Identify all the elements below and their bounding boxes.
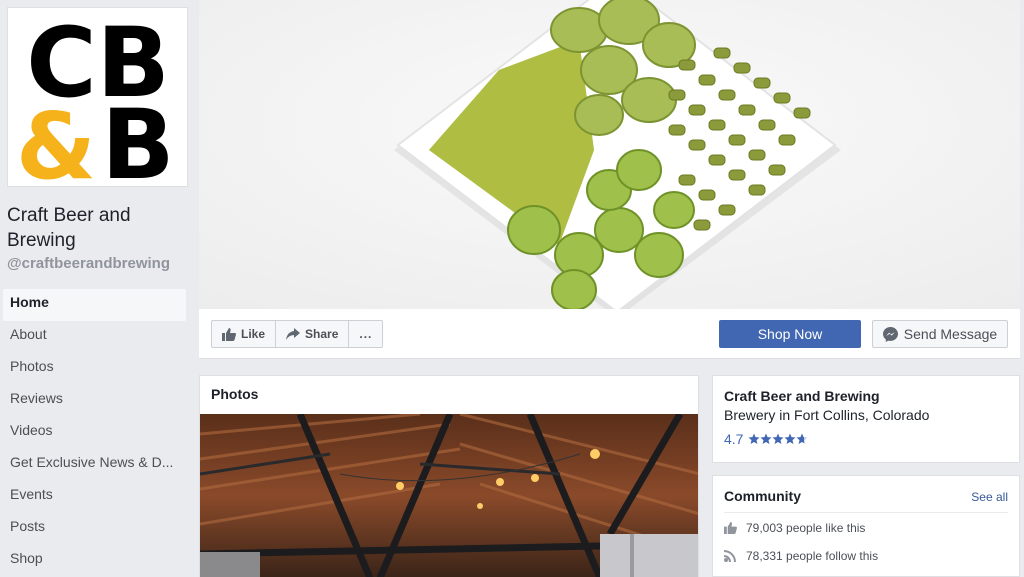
page-action-bar: Like Share ... Shop Now Send Message bbox=[199, 309, 1020, 359]
more-options-button[interactable]: ... bbox=[348, 321, 382, 347]
messenger-icon bbox=[882, 326, 898, 342]
like-button[interactable]: Like bbox=[212, 321, 275, 347]
nav-item-events[interactable]: Events bbox=[3, 481, 186, 513]
community-card: Community See all 79,003 people like thi… bbox=[712, 475, 1020, 577]
info-page-name[interactable]: Craft Beer and Brewing bbox=[724, 388, 880, 404]
follows-count: 78,331 people follow this bbox=[746, 549, 879, 563]
community-title: Community bbox=[724, 488, 801, 504]
info-category: Brewery in Fort Collins, Colorado bbox=[724, 407, 930, 423]
star-icon bbox=[784, 433, 796, 444]
left-sidebar: CB & B Craft Beer and Brewing @craftbeer… bbox=[0, 0, 192, 577]
page-info-card: Craft Beer and Brewing Brewery in Fort C… bbox=[712, 375, 1020, 463]
rating-stars bbox=[748, 433, 808, 445]
share-button[interactable]: Share bbox=[275, 321, 348, 347]
thumbs-up-icon bbox=[724, 522, 737, 534]
shop-now-button[interactable]: Shop Now bbox=[719, 320, 861, 348]
star-icon bbox=[760, 433, 772, 444]
follows-stat: 78,331 people follow this bbox=[724, 549, 878, 563]
more-dots-icon: ... bbox=[359, 327, 373, 341]
share-arrow-icon bbox=[286, 328, 301, 340]
photos-card-title[interactable]: Photos bbox=[211, 386, 258, 402]
star-icon bbox=[772, 433, 784, 444]
photos-card: Photos bbox=[199, 375, 699, 577]
nav-item-reviews[interactable]: Reviews bbox=[3, 385, 186, 417]
logo-text-amp: & bbox=[16, 93, 96, 187]
nav-item-exclusive-news[interactable]: Get Exclusive News & D... bbox=[3, 449, 186, 481]
nav-item-posts[interactable]: Posts bbox=[3, 513, 186, 545]
nav-item-about[interactable]: About bbox=[3, 321, 186, 353]
star-icon bbox=[748, 433, 760, 444]
likes-stat: 79,003 people like this bbox=[724, 521, 865, 535]
page-nav: Home About Photos Reviews Videos Get Exc… bbox=[3, 289, 186, 577]
rss-follow-icon bbox=[724, 550, 736, 562]
nav-item-shop[interactable]: Shop bbox=[3, 545, 186, 577]
send-message-label: Send Message bbox=[903, 326, 998, 342]
logo-text-b: B bbox=[101, 89, 174, 187]
rating-summary[interactable]: 4.7 bbox=[724, 431, 808, 447]
nav-item-photos[interactable]: Photos bbox=[3, 353, 186, 385]
page-handle[interactable]: @craftbeerandbrewing bbox=[7, 255, 170, 272]
engagement-button-group: Like Share ... bbox=[211, 320, 384, 348]
send-message-button[interactable]: Send Message bbox=[872, 320, 1008, 348]
rating-value: 4.7 bbox=[724, 431, 744, 447]
community-divider bbox=[724, 512, 1008, 513]
nav-item-videos[interactable]: Videos bbox=[3, 417, 186, 449]
share-label: Share bbox=[305, 327, 339, 341]
cover-photo[interactable] bbox=[199, 0, 1020, 309]
like-label: Like bbox=[241, 327, 266, 341]
thumbs-up-icon bbox=[222, 327, 236, 341]
nav-item-home[interactable]: Home bbox=[3, 289, 186, 321]
see-all-link[interactable]: See all bbox=[971, 490, 1008, 504]
page-logo[interactable]: CB & B bbox=[7, 7, 188, 187]
page-title[interactable]: Craft Beer and Brewing bbox=[7, 203, 187, 253]
star-icon bbox=[796, 433, 808, 444]
likes-count: 79,003 people like this bbox=[746, 521, 866, 535]
photos-preview-image[interactable] bbox=[200, 414, 698, 577]
